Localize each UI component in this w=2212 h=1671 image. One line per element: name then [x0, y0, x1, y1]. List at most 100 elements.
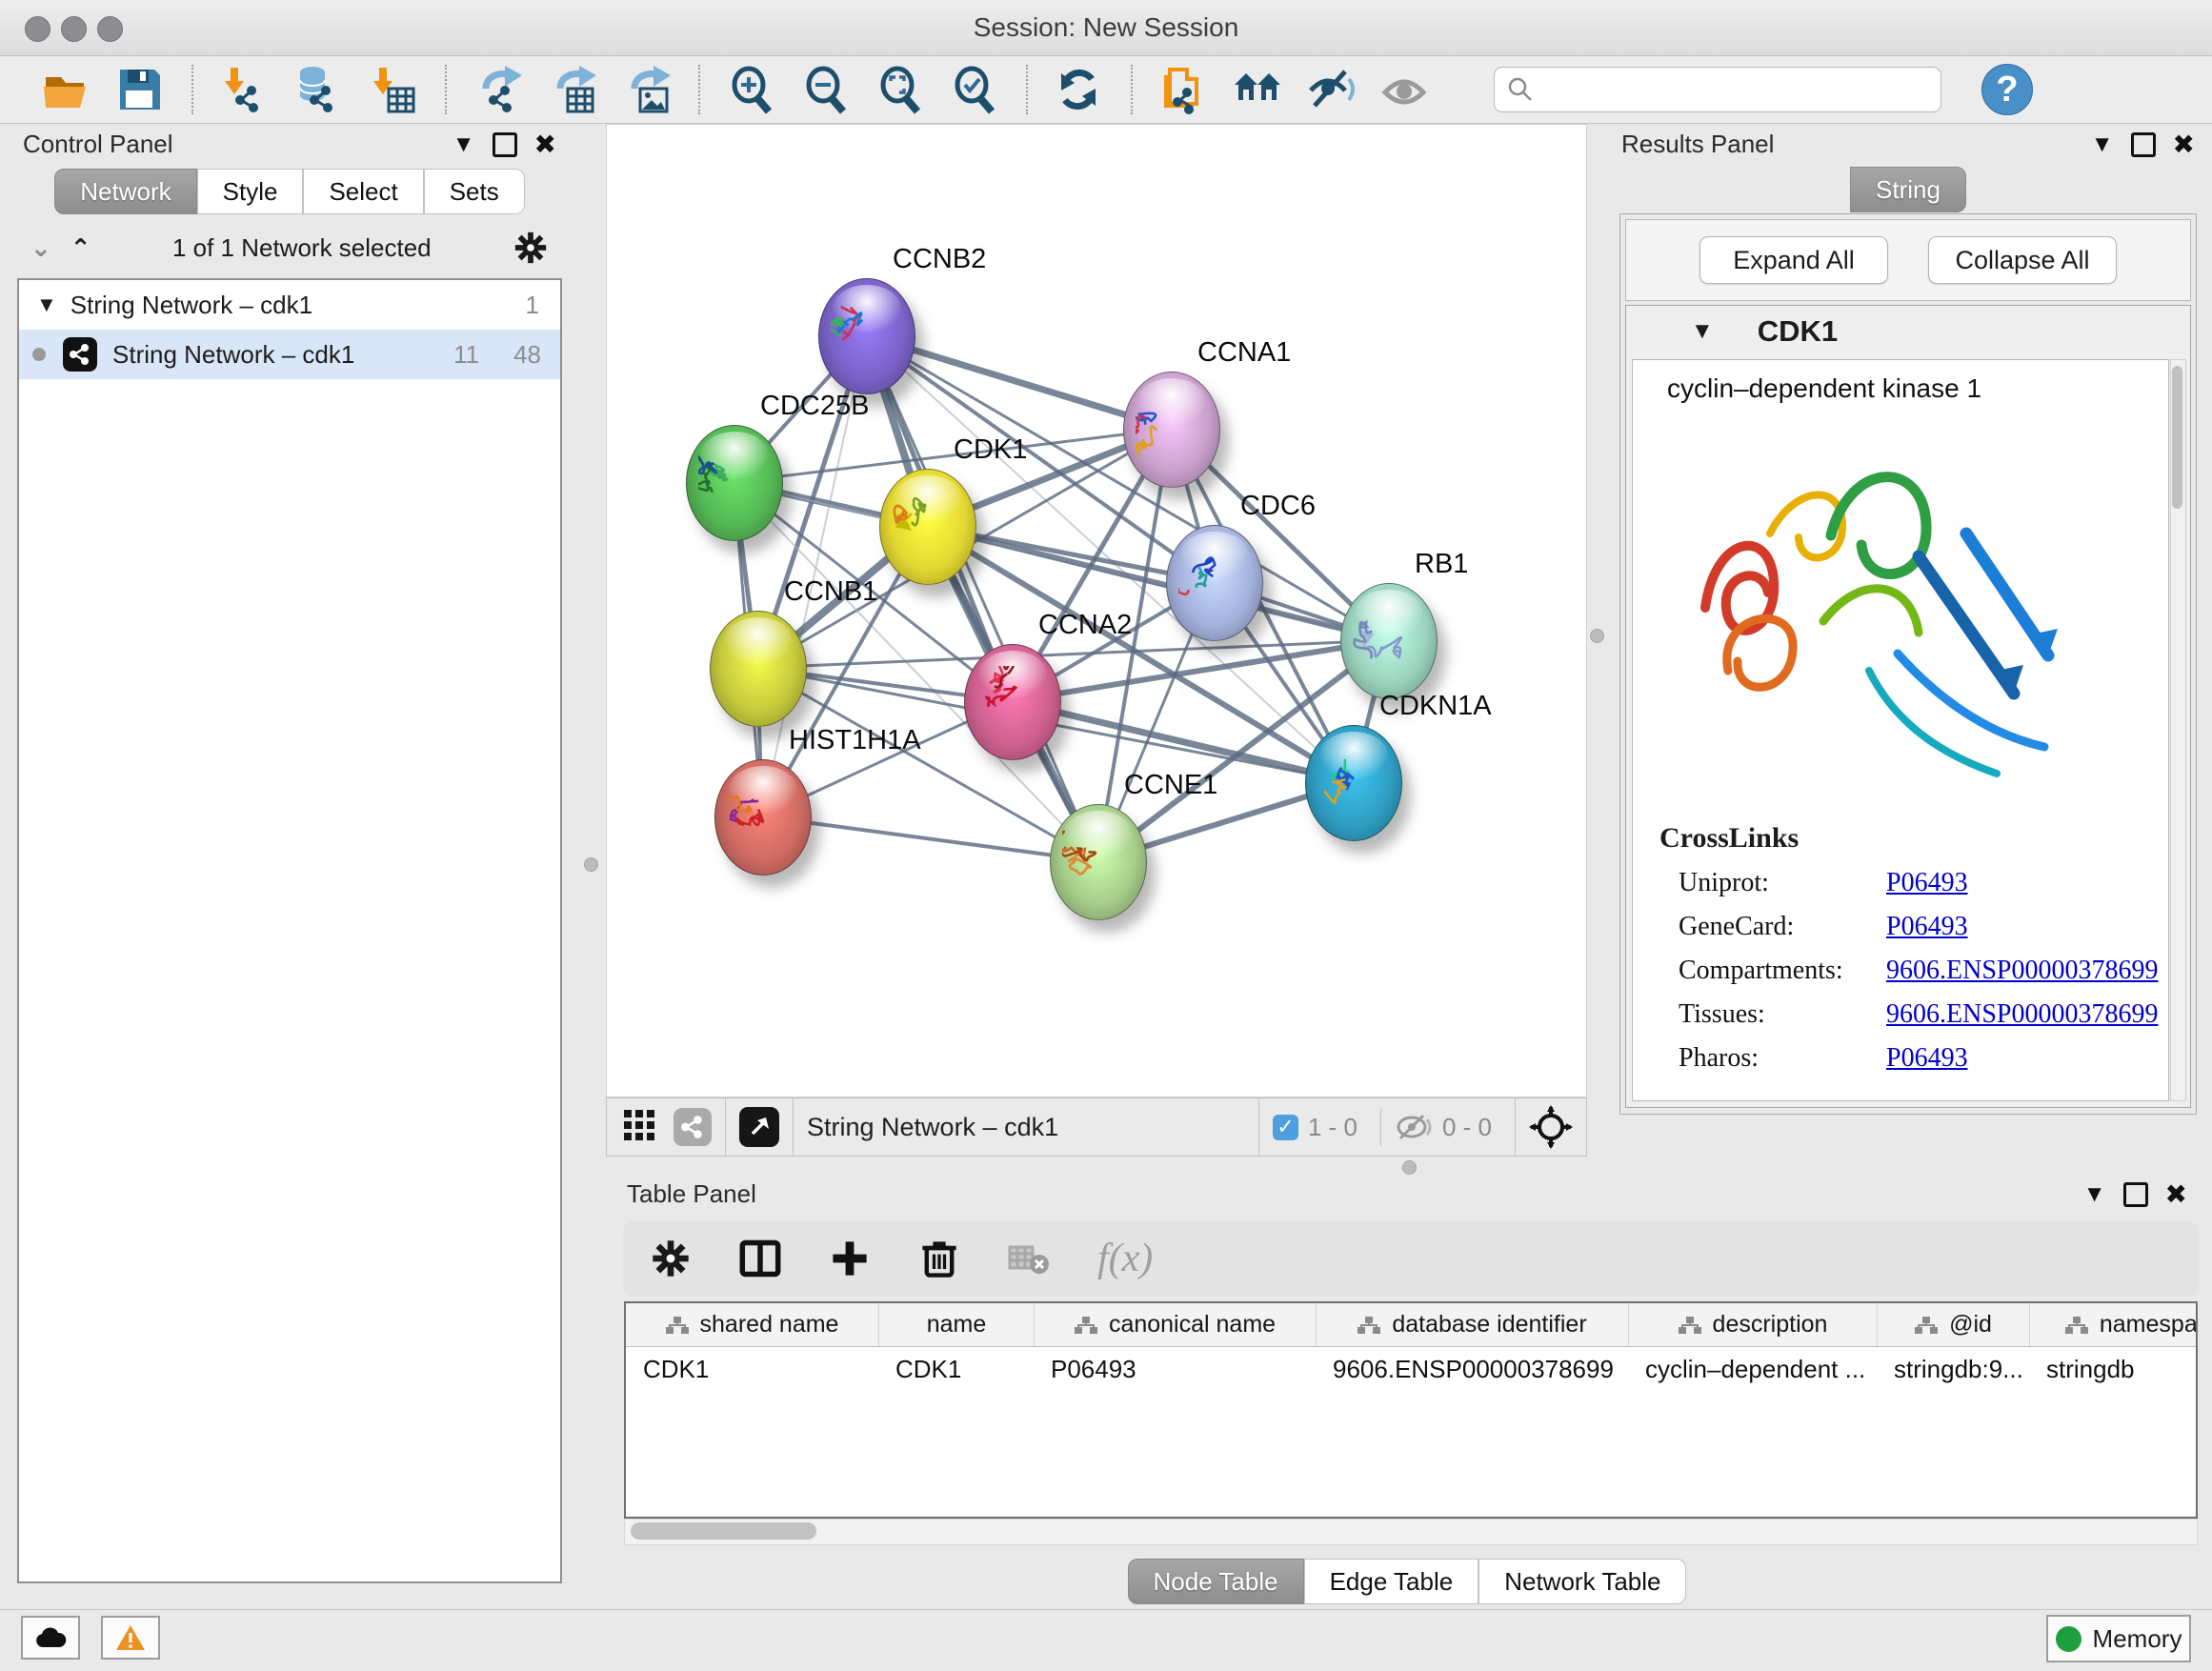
detach-view-icon[interactable]: [739, 1107, 779, 1147]
delete-column-trash-icon[interactable]: [918, 1238, 960, 1279]
table-panel-menu-icon[interactable]: ▼: [2083, 1183, 2106, 1206]
table-cell[interactable]: cyclin–dependent ...: [1628, 1347, 1877, 1391]
import-network-database-icon[interactable]: [291, 61, 348, 118]
node-CDK1[interactable]: [879, 469, 976, 585]
horizontal-splitter-handle[interactable]: [1402, 1160, 1417, 1175]
network-canvas[interactable]: CCNB2CCNA1CDC25BCDK1CDC6RB1CCNB1CCNA2CDK…: [606, 124, 1587, 1097]
tab-network[interactable]: Network: [54, 169, 196, 214]
zoom-in-icon[interactable]: [723, 61, 780, 118]
node-CCNA2[interactable]: [964, 644, 1061, 760]
column-header-databaseidentifier[interactable]: database identifier: [1316, 1303, 1628, 1346]
results-close-panel-icon[interactable]: ✖: [2173, 131, 2195, 158]
export-table-icon[interactable]: [544, 61, 601, 118]
copy-document-network-icon[interactable]: [1156, 61, 1213, 118]
import-network-file-icon[interactable]: [216, 61, 273, 118]
network-view-share-icon[interactable]: [674, 1108, 712, 1146]
tab-network-table[interactable]: Network Table: [1478, 1559, 1686, 1604]
column-header-namespace[interactable]: namespace: [2029, 1303, 2198, 1346]
refresh-layout-icon[interactable]: [1051, 61, 1108, 118]
crosslink-link[interactable]: 9606.ENSP00000378699: [1886, 956, 2158, 986]
network-tree-root-row[interactable]: ▼ String Network – cdk1 1: [19, 280, 560, 330]
crosslink-link[interactable]: P06493: [1886, 868, 1968, 898]
collapse-all-button[interactable]: Collapse All: [1928, 236, 2117, 284]
panel-menu-icon[interactable]: ▼: [452, 133, 475, 156]
node-CDC6[interactable]: [1166, 525, 1263, 641]
node-CDKN1A[interactable]: [1305, 725, 1402, 841]
tab-edge-table[interactable]: Edge Table: [1304, 1559, 1479, 1604]
edge-CCNB2-CCNE1[interactable]: [866, 335, 1097, 861]
table-cell[interactable]: CDK1: [878, 1347, 1034, 1391]
network-tree-item-row[interactable]: String Network – cdk1 11 48: [19, 330, 560, 379]
tab-node-table[interactable]: Node Table: [1128, 1559, 1304, 1604]
node-CCNE1[interactable]: [1050, 804, 1147, 920]
cloud-button[interactable]: [21, 1616, 80, 1660]
edge-HIST1H1A-CCNE1[interactable]: [762, 816, 1097, 861]
collapse-all-networks-icon[interactable]: ⌄⌄: [30, 241, 51, 255]
save-floppy-icon[interactable]: [111, 61, 169, 118]
table-cell[interactable]: CDK1: [626, 1347, 878, 1391]
float-panel-icon[interactable]: [493, 132, 517, 157]
node-CCNB2[interactable]: [818, 278, 915, 394]
export-network-icon[interactable]: [470, 61, 527, 118]
table-cell[interactable]: stringdb:9...: [1877, 1347, 2029, 1391]
table-header-row: shared namenamecanonical namedatabase id…: [626, 1303, 2196, 1347]
table-cell[interactable]: stringdb: [2029, 1347, 2198, 1391]
table-options-gear-icon[interactable]: [650, 1238, 692, 1279]
close-panel-icon[interactable]: ✖: [534, 131, 556, 158]
tab-style[interactable]: Style: [197, 169, 304, 214]
results-float-panel-icon[interactable]: [2131, 132, 2156, 157]
export-image-icon[interactable]: [618, 61, 675, 118]
hide-eye-slash-icon[interactable]: [1304, 61, 1361, 118]
grid-view-icon[interactable]: [622, 1108, 656, 1147]
search-box[interactable]: [1494, 67, 1941, 112]
crosslink-link[interactable]: P06493: [1886, 1043, 1968, 1074]
import-table-icon[interactable]: [365, 61, 422, 118]
show-columns-icon[interactable]: [739, 1238, 781, 1279]
expand-all-networks-icon[interactable]: ⌃⌃: [70, 241, 91, 255]
zoom-selected-icon[interactable]: [946, 61, 1003, 118]
results-panel-menu-icon[interactable]: ▼: [2091, 133, 2114, 156]
zoom-out-icon[interactable]: [797, 61, 855, 118]
crosslink-link[interactable]: 9606.ENSP00000378699: [1886, 999, 2158, 1030]
table-cell[interactable]: 9606.ENSP00000378699: [1316, 1347, 1628, 1391]
network-options-gear-icon[interactable]: [513, 230, 549, 266]
node-HIST1H1A[interactable]: [714, 759, 812, 876]
zoom-fit-icon[interactable]: [872, 61, 929, 118]
node-CDC25B[interactable]: [686, 425, 783, 541]
hidden-eye-slash-icon[interactable]: [1395, 1112, 1433, 1142]
birds-eye-crosshair-icon[interactable]: [1529, 1105, 1573, 1149]
houses-icon[interactable]: [1230, 61, 1287, 118]
table-horizontal-scrollbar[interactable]: [624, 1519, 2198, 1545]
results-scrollbar[interactable]: [2170, 359, 2186, 1101]
table-cell[interactable]: P06493: [1034, 1347, 1316, 1391]
node-RB1[interactable]: [1340, 583, 1438, 699]
add-column-icon[interactable]: [829, 1238, 871, 1279]
section-collapse-icon[interactable]: ▼: [1691, 318, 1714, 345]
selected-counts: 1 - 0: [1308, 1113, 1357, 1142]
node-CCNA1[interactable]: [1123, 372, 1220, 488]
right-splitter-handle[interactable]: [1590, 629, 1604, 643]
table-float-panel-icon[interactable]: [2123, 1182, 2148, 1207]
crosslink-link[interactable]: P06493: [1886, 912, 1968, 942]
tab-select[interactable]: Select: [303, 169, 423, 214]
node-CCNB1[interactable]: [710, 611, 807, 727]
help-icon[interactable]: ?: [1981, 64, 2033, 115]
selected-nodes-checkbox[interactable]: ✓: [1273, 1115, 1298, 1140]
memory-button[interactable]: Memory: [2046, 1615, 2191, 1662]
table-close-panel-icon[interactable]: ✖: [2165, 1181, 2187, 1208]
expand-all-button[interactable]: Expand All: [1699, 236, 1888, 284]
tree-collapse-icon[interactable]: ▼: [36, 292, 57, 317]
column-header-description[interactable]: description: [1628, 1303, 1877, 1346]
column-header-name[interactable]: name: [878, 1303, 1034, 1346]
column-header-sharedname[interactable]: shared name: [626, 1303, 878, 1346]
crosslink-row: GeneCard:P06493: [1679, 912, 2168, 942]
column-header-canonicalname[interactable]: canonical name: [1034, 1303, 1316, 1346]
open-folder-icon[interactable]: [37, 61, 94, 118]
left-splitter-handle[interactable]: [584, 857, 598, 872]
table-row[interactable]: CDK1CDK1P064939606.ENSP00000378699cyclin…: [626, 1347, 2196, 1391]
tab-sets[interactable]: Sets: [424, 169, 525, 214]
column-header-id[interactable]: @id: [1877, 1303, 2029, 1346]
search-input[interactable]: [1535, 74, 1929, 106]
warnings-button[interactable]: [101, 1616, 160, 1660]
tab-string[interactable]: String: [1850, 167, 1966, 212]
